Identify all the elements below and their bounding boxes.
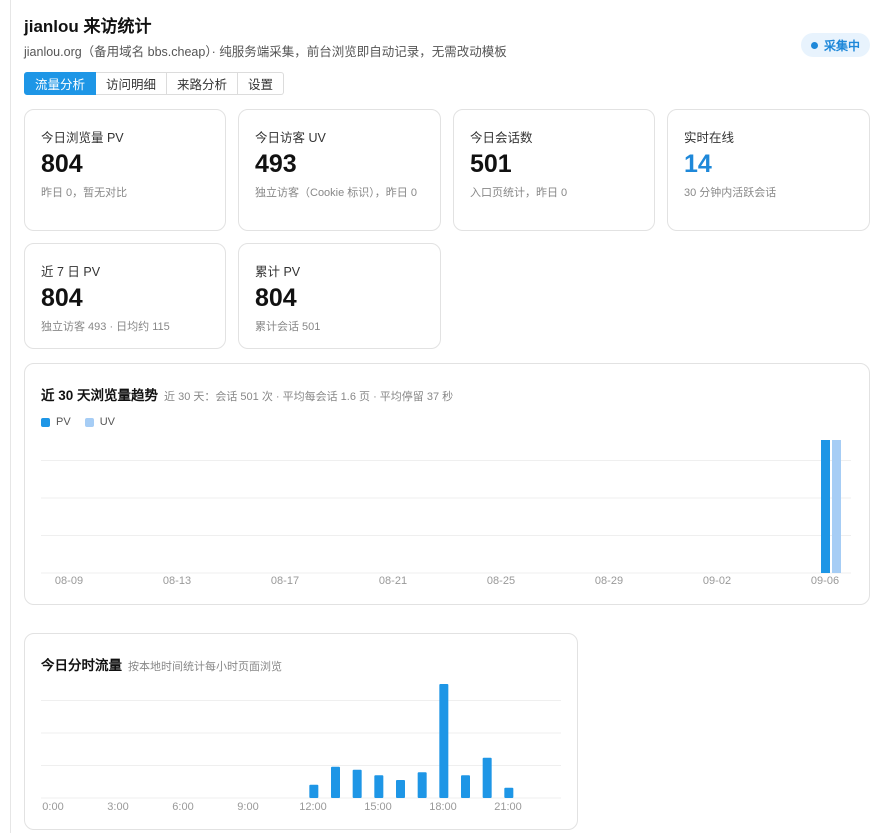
- x-tick-label: 09-06: [811, 575, 839, 587]
- bar-hour-21: [504, 787, 514, 798]
- stat-value: 14: [684, 150, 712, 178]
- status-dot-icon: [810, 41, 818, 49]
- status-badge-label: 采集中: [823, 38, 860, 53]
- tab-bar: 流量分析 访问明细 来路分析 设置: [24, 72, 285, 95]
- bar-hour-12: [309, 784, 319, 798]
- x-tick-label: 08-13: [163, 575, 191, 587]
- stat-note: 入口页统计，昨日 0: [470, 187, 568, 199]
- page-header: jianlou 来访统计 jianlou.org（备用域名 bbs.cheap）…: [24, 12, 870, 59]
- stat-card-today-uv: 今日访客 UV 493 独立访客（Cookie 标识），昨日 0: [238, 109, 441, 231]
- bar-hour-14: [352, 769, 362, 798]
- x-tick-label: 18:00: [429, 801, 457, 813]
- bar-uv-09-06: [832, 440, 841, 573]
- bar-hour-18: [439, 684, 449, 798]
- bar-hour-13: [331, 766, 340, 798]
- x-tick-label: 12:00: [299, 801, 327, 813]
- stat-card-today-sessions: 今日会话数 501 入口页统计，昨日 0: [453, 109, 655, 231]
- x-tick-label: 08-25: [487, 575, 515, 587]
- bar-hour-20: [482, 757, 492, 798]
- stat-card-7day-pv: 近 7 日 PV 804 独立访客 493 · 日均约 115: [24, 243, 226, 349]
- bar-hour-17: [417, 772, 427, 798]
- stat-value: 804: [41, 284, 83, 312]
- x-tick-label: 08-29: [595, 575, 623, 587]
- stat-card-today-pv: 今日浏览量 PV 804 昨日 0，暂无对比: [24, 109, 226, 231]
- trend-chart-plot: 08-09 08-13 08-17 08-21 08-25 08-29 09-02 09-06: [41, 440, 851, 587]
- x-tick-label: 08-09: [55, 575, 83, 587]
- stat-note: 独立访客（Cookie 标识），昨日 0: [255, 187, 417, 199]
- stat-note: 独立访客 493 · 日均约 115: [41, 321, 170, 333]
- x-tick-label: 9:00: [237, 801, 258, 813]
- stat-card-total-pv: 累计 PV 804 累计会话 501: [238, 243, 441, 349]
- stat-value: 501: [470, 150, 512, 178]
- x-tick-label: 21:00: [494, 801, 522, 813]
- stat-label: 今日浏览量 PV: [41, 131, 124, 145]
- stat-value: 804: [41, 150, 83, 178]
- x-tick-label: 3:00: [107, 801, 128, 813]
- x-tick-label: 15:00: [364, 801, 392, 813]
- page-title: jianlou 来访统计: [24, 17, 152, 36]
- tab-referrer-analysis[interactable]: 来路分析: [167, 72, 239, 95]
- stat-value: 493: [255, 150, 297, 178]
- trend-chart-card: 近 30 天浏览量趋势近 30 天：会话 501 次 · 平均每会话 1.6 页…: [24, 363, 870, 605]
- stat-label: 今日会话数: [470, 131, 533, 145]
- status-badge: 采集中: [800, 33, 870, 57]
- x-tick-label: 09-02: [703, 575, 731, 587]
- bar-pv-09-06: [821, 440, 830, 573]
- stat-label: 实时在线: [684, 131, 735, 145]
- stat-note: 昨日 0，暂无对比: [41, 187, 128, 199]
- bar-hour-15: [374, 775, 384, 798]
- bar-hour-16: [396, 780, 405, 798]
- stat-label: 近 7 日 PV: [41, 265, 101, 279]
- stat-note: 累计会话 501: [255, 321, 321, 333]
- x-tick-label: 08-21: [379, 575, 407, 587]
- bar-hour-19: [461, 775, 470, 798]
- stat-card-realtime-online: 实时在线 14 30 分钟内活跃会话: [667, 109, 870, 231]
- stat-label: 今日访客 UV: [255, 131, 326, 145]
- stat-value: 804: [255, 284, 297, 312]
- tab-settings[interactable]: 设置: [238, 72, 285, 95]
- stat-label: 累计 PV: [255, 265, 301, 279]
- x-tick-label: 6:00: [172, 801, 193, 813]
- stat-note: 30 分钟内活跃会话: [684, 187, 777, 199]
- page-subtitle: jianlou.org（备用域名 bbs.cheap）· 纯服务端采集，前台浏览…: [24, 45, 507, 59]
- x-tick-label: 08-17: [271, 575, 299, 587]
- hourly-chart-card: 今日分时流量 按本地时间统计每小时页面浏览 0:00 3:00 6:00 9:00 12:…: [24, 633, 578, 830]
- tab-traffic-analysis[interactable]: 流量分析: [24, 72, 97, 95]
- x-tick-label: 0:00: [42, 801, 63, 813]
- left-divider: [10, 0, 11, 833]
- hourly-chart-plot: 0:00 3:00 6:00 9:00 12:00 15:00 18:00 21:00: [41, 684, 561, 813]
- tab-visit-details[interactable]: 访问明细: [96, 72, 168, 95]
